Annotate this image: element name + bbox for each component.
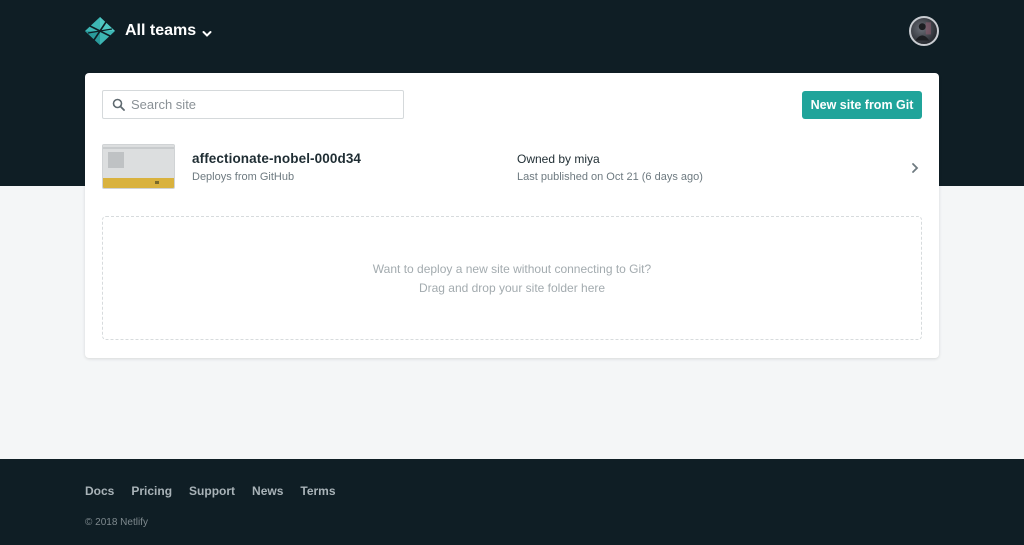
search-box[interactable] — [102, 90, 404, 119]
new-site-from-git-button[interactable]: New site from Git — [802, 91, 922, 119]
netlify-logo-icon[interactable] — [84, 16, 116, 46]
site-deploy-source: Deploys from GitHub — [192, 171, 295, 183]
top-header: All teams — [0, 0, 1024, 62]
drag-drop-zone[interactable]: Want to deploy a new site without connec… — [102, 216, 922, 340]
team-switcher-label: All teams — [125, 22, 197, 39]
chevron-right-icon[interactable] — [910, 161, 920, 173]
search-icon — [112, 98, 125, 111]
footer-link-docs[interactable]: Docs — [85, 484, 114, 498]
footer-link-terms[interactable]: Terms — [300, 484, 335, 498]
site-thumbnail — [102, 144, 175, 189]
site-owner: Owned by miya — [517, 152, 600, 166]
dropzone-line-1: Want to deploy a new site without connec… — [372, 261, 652, 276]
footer: Docs Pricing Support News Terms © 2018 N… — [0, 459, 1024, 545]
site-owner-name: miya — [574, 152, 600, 166]
footer-link-pricing[interactable]: Pricing — [131, 484, 172, 498]
search-input[interactable] — [131, 97, 391, 112]
chevron-down-icon — [202, 26, 212, 37]
site-list-item[interactable]: affectionate-nobel-000d34 Deploys from G… — [102, 141, 922, 195]
team-switcher[interactable]: All teams — [125, 21, 212, 41]
footer-link-news[interactable]: News — [252, 484, 283, 498]
sites-card: New site from Git affectionate-nobel-000… — [85, 73, 939, 358]
user-avatar[interactable] — [909, 16, 939, 46]
site-owner-prefix: Owned by — [517, 152, 572, 166]
dropzone-line-2: Drag and drop your site folder here — [418, 280, 606, 295]
footer-link-support[interactable]: Support — [189, 484, 235, 498]
footer-nav: Docs Pricing Support News Terms — [85, 484, 336, 498]
copyright: © 2018 Netlify — [85, 517, 148, 528]
site-last-published: Last published on Oct 21 (6 days ago) — [517, 171, 703, 183]
site-name[interactable]: affectionate-nobel-000d34 — [192, 151, 361, 166]
